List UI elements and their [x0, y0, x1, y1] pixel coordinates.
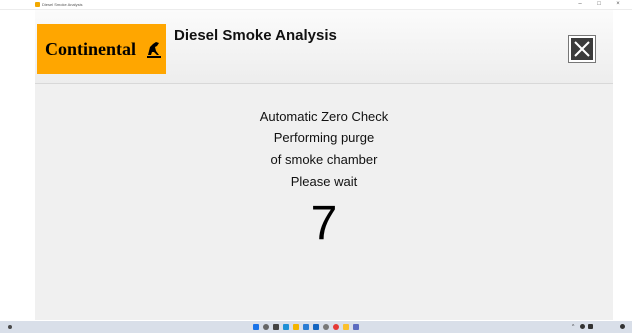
weather-icon[interactable]	[8, 325, 12, 329]
chrome-icon[interactable]	[333, 324, 339, 330]
main-content: Automatic Zero Check Performing purge of…	[35, 84, 613, 320]
close-button[interactable]	[569, 36, 595, 62]
window-titlebar: Diesel Smoke Analysis – □ ×	[0, 0, 632, 10]
settings-icon[interactable]	[323, 324, 329, 330]
status-line-2: Performing purge	[273, 130, 375, 145]
mail-icon[interactable]	[313, 324, 319, 330]
edge-icon[interactable]	[283, 324, 289, 330]
maximize-button[interactable]: □	[591, 0, 607, 10]
logo-wordmark: Continental	[45, 39, 136, 59]
status-line-4: Please wait	[290, 174, 358, 189]
continental-logo: Continental	[37, 24, 166, 74]
app-title: Diesel Smoke Analysis	[174, 27, 337, 44]
search-icon[interactable]	[263, 324, 269, 330]
volume-icon[interactable]	[588, 324, 593, 329]
close-icon	[574, 41, 590, 57]
task-view-icon[interactable]	[273, 324, 279, 330]
horse-icon	[146, 42, 161, 58]
folder-icon[interactable]	[343, 324, 349, 330]
window-close-button[interactable]: ×	[610, 0, 626, 10]
window-title: Diesel Smoke Analysis	[42, 2, 83, 7]
windows-start-icon[interactable]	[253, 324, 259, 330]
chevron-up-icon[interactable]: ^	[572, 324, 574, 330]
app-icon[interactable]	[353, 324, 359, 330]
network-icon[interactable]	[580, 324, 585, 329]
file-explorer-icon[interactable]	[293, 324, 299, 330]
minimize-button[interactable]: –	[572, 0, 588, 10]
app-icon	[35, 2, 40, 7]
notification-icon[interactable]	[620, 324, 625, 329]
countdown-number: 7	[310, 197, 338, 250]
continental-logo-mark: Continental	[45, 39, 161, 59]
status-line-3: of smoke chamber	[270, 152, 378, 167]
taskbar: ^	[0, 321, 632, 333]
app-header: Continental Diesel Smoke Analysis	[35, 10, 613, 84]
status-line-1: Automatic Zero Check	[259, 109, 389, 124]
store-icon[interactable]	[303, 324, 309, 330]
